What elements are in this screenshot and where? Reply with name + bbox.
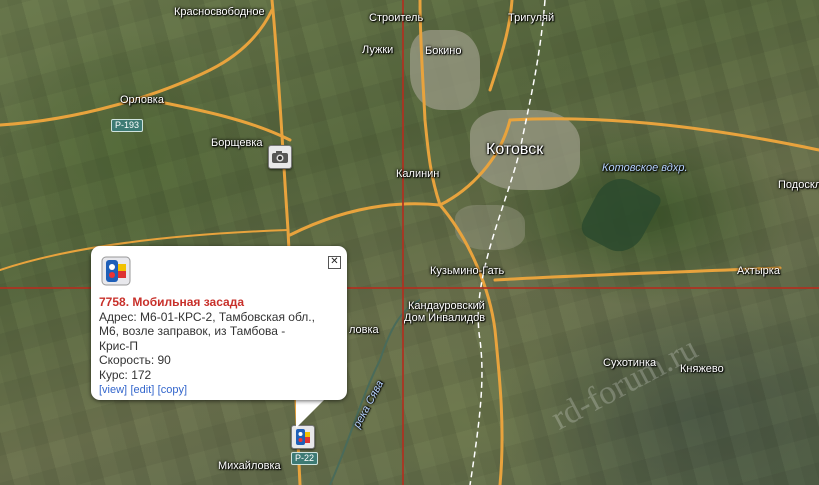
speed-line: Скорость: 90 bbox=[99, 353, 339, 368]
speed-value: : 90 bbox=[150, 353, 171, 367]
camera-icon bbox=[272, 151, 288, 163]
place-label: Калинин bbox=[396, 168, 440, 180]
railway-line bbox=[469, 0, 546, 485]
speed-label: Скорость bbox=[99, 353, 151, 367]
copy-link[interactable]: [copy] bbox=[158, 384, 187, 396]
camera-marker[interactable] bbox=[268, 145, 292, 169]
place-label: Подоскл bbox=[778, 179, 819, 191]
edit-link[interactable]: [edit] bbox=[130, 384, 154, 396]
mobile-ambush-icon bbox=[296, 429, 310, 445]
popup-links: [view] [edit] [copy] bbox=[99, 382, 339, 398]
place-label: Ахтырка bbox=[737, 265, 780, 277]
water-label: Котовское вдхр. bbox=[602, 162, 688, 174]
road-shield: Р-193 bbox=[111, 119, 144, 132]
place-label: Дом Инвалидов bbox=[404, 312, 486, 324]
place-label: Борщевка bbox=[211, 137, 263, 149]
place-label: Орловка bbox=[120, 94, 164, 106]
info-popup: ✕ 7758. Мобильная засада Адрес: М6-01-КР… bbox=[91, 246, 347, 400]
course-line: Курс: 172 bbox=[99, 367, 152, 382]
address-line: Адрес: М6-01-КРС-2, Тамбовская обл., bbox=[99, 309, 315, 324]
view-link[interactable]: [view] bbox=[99, 384, 127, 396]
mobile-ambush-marker[interactable] bbox=[291, 425, 315, 449]
popup-title: 7758. Мобильная засада bbox=[99, 295, 245, 309]
place-label: Михайловка bbox=[218, 460, 281, 472]
address-line: М6, возле заправок, из Тамбова - bbox=[99, 324, 286, 338]
place-label: Лужки bbox=[362, 44, 394, 56]
place-label: Бокино bbox=[425, 45, 462, 57]
place-label: ловка bbox=[349, 324, 379, 336]
mobile-ambush-icon bbox=[101, 256, 131, 286]
place-label-city: Котовск bbox=[486, 141, 544, 158]
place-label: Кузьмино-Гать bbox=[430, 265, 505, 277]
road-to-orlovka bbox=[158, 100, 292, 142]
popup-body: 7758. Мобильная засада Адрес: М6-01-КРС-… bbox=[99, 295, 339, 398]
satellite-map[interactable]: Красносвободное Строитель Тригуляй Лужки… bbox=[0, 0, 819, 485]
road-r22 bbox=[438, 203, 504, 485]
popup-header-icon bbox=[101, 256, 131, 286]
road-network bbox=[0, 0, 819, 485]
place-label: Красносвободное bbox=[174, 6, 265, 18]
popup-tail bbox=[296, 398, 326, 428]
crosshair-vertical bbox=[402, 0, 404, 485]
close-button[interactable]: ✕ bbox=[328, 256, 341, 269]
place-label: Тригуляй bbox=[508, 12, 555, 24]
place-label: Кандауровский bbox=[408, 300, 485, 312]
road-r193 bbox=[0, 8, 274, 127]
address-line: Крис-П bbox=[99, 338, 138, 353]
road-east bbox=[508, 117, 819, 152]
place-label: Строитель bbox=[369, 12, 424, 24]
road-shield: Р-22 bbox=[291, 452, 319, 465]
